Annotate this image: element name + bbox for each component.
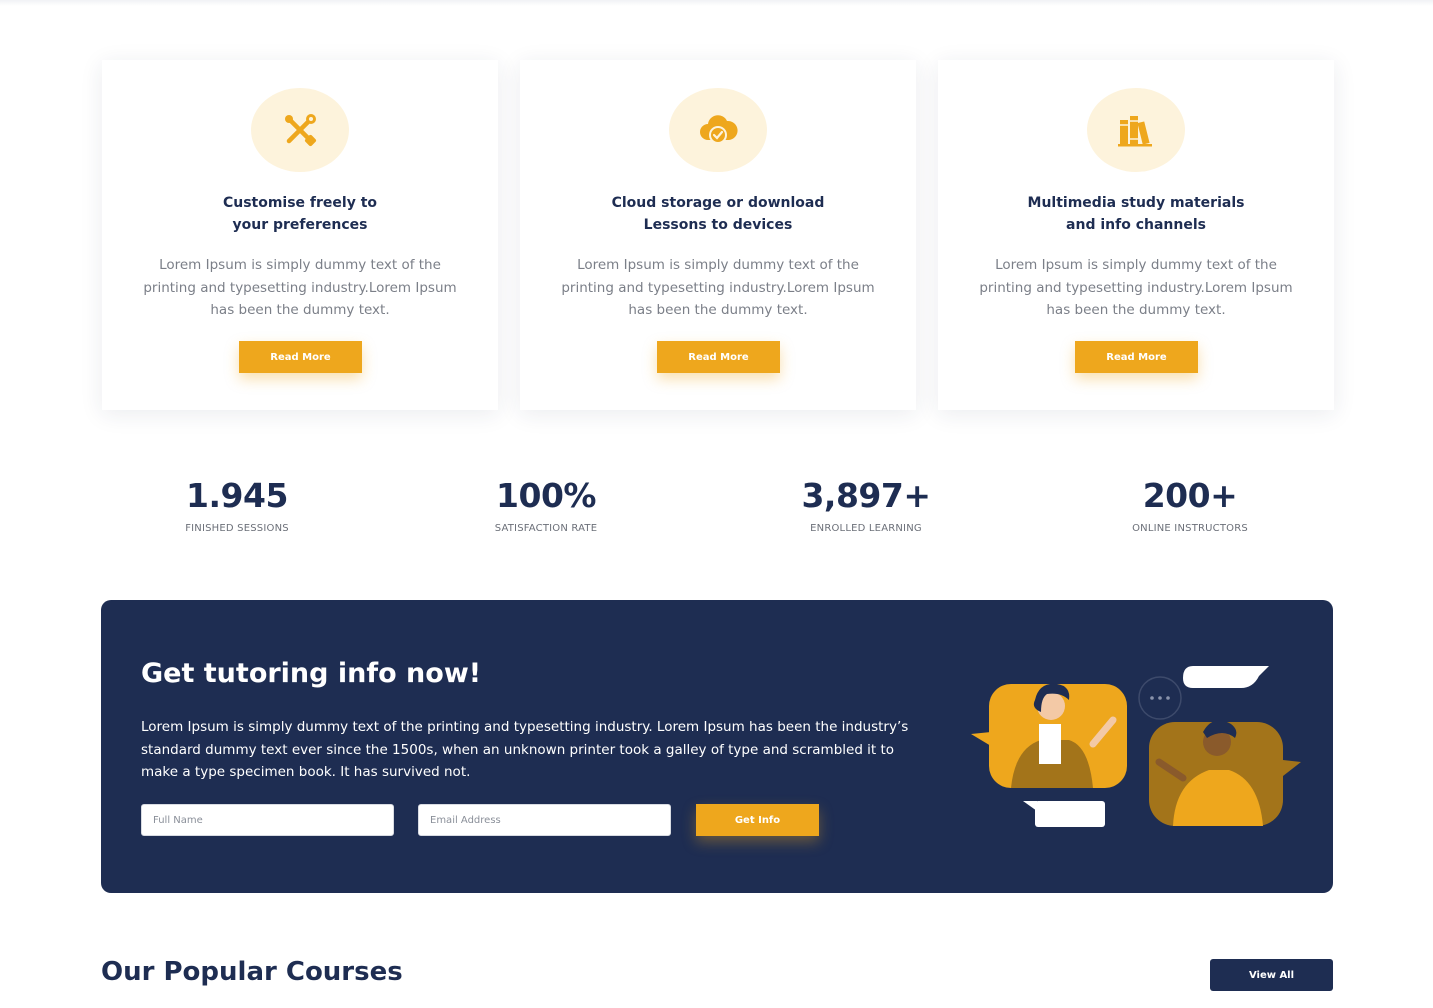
stat-label: FINISHED SESSIONS: [185, 523, 289, 534]
feature-description: Lorem Ipsum is simply dummy text of the …: [979, 257, 1293, 318]
feature-title: Customise freely to your preferences: [222, 195, 378, 233]
feature-card-cloud: Cloud storage or download Lessons to dev…: [520, 60, 916, 410]
read-more-button[interactable]: Read More: [657, 341, 780, 373]
get-info-button[interactable]: Get Info: [696, 804, 819, 836]
stat-enrolled-learning: 3,897+ ENROLLED LEARNING: [736, 476, 996, 534]
feature-title: Multimedia study materials and info chan…: [1027, 195, 1245, 233]
stat-value: 3,897+: [801, 476, 931, 515]
stats-section: 1.945 FINISHED SESSIONS 100% SATISFACTIO…: [100, 476, 1332, 546]
tools-icon: [251, 88, 349, 172]
stat-label: ENROLLED LEARNING: [810, 523, 922, 534]
stat-satisfaction-rate: 100% SATISFACTION RATE: [416, 476, 676, 534]
email-input[interactable]: [418, 804, 671, 836]
popular-courses-title: Our Popular Courses: [101, 957, 403, 987]
cloud-check-icon: [669, 88, 767, 172]
read-more-button[interactable]: Read More: [239, 341, 362, 373]
feature-card-customise: Customise freely to your preferences Lor…: [102, 60, 498, 410]
books-icon: [1087, 88, 1185, 172]
read-more-button[interactable]: Read More: [1075, 341, 1198, 373]
tutoring-illustration: [971, 666, 1301, 827]
stat-value: 200+: [1142, 476, 1238, 515]
feature-description: Lorem Ipsum is simply dummy text of the …: [561, 257, 875, 318]
stat-finished-sessions: 1.945 FINISHED SESSIONS: [107, 476, 367, 534]
stat-value: 1.945: [186, 476, 288, 515]
feature-title: Cloud storage or download Lessons to dev…: [611, 195, 825, 233]
stat-online-instructors: 200+ ONLINE INSTRUCTORS: [1060, 476, 1320, 534]
stat-label: ONLINE INSTRUCTORS: [1132, 523, 1248, 534]
stat-label: SATISFACTION RATE: [494, 523, 598, 534]
feature-description: Lorem Ipsum is simply dummy text of the …: [143, 257, 457, 318]
banner-title: Get tutoring info now!: [141, 658, 482, 689]
feature-card-multimedia: Multimedia study materials and info chan…: [938, 60, 1334, 410]
view-all-button[interactable]: View All: [1210, 959, 1333, 991]
stat-value: 100%: [496, 476, 596, 515]
banner-description: Lorem Ipsum is simply dummy text of the …: [141, 719, 909, 780]
features-section: Customise freely to your preferences Lor…: [102, 60, 1334, 410]
header-shadow: [0, 0, 1433, 6]
full-name-input[interactable]: [141, 804, 394, 836]
tutoring-banner: Get tutoring info now! Lorem Ipsum is si…: [101, 600, 1333, 893]
